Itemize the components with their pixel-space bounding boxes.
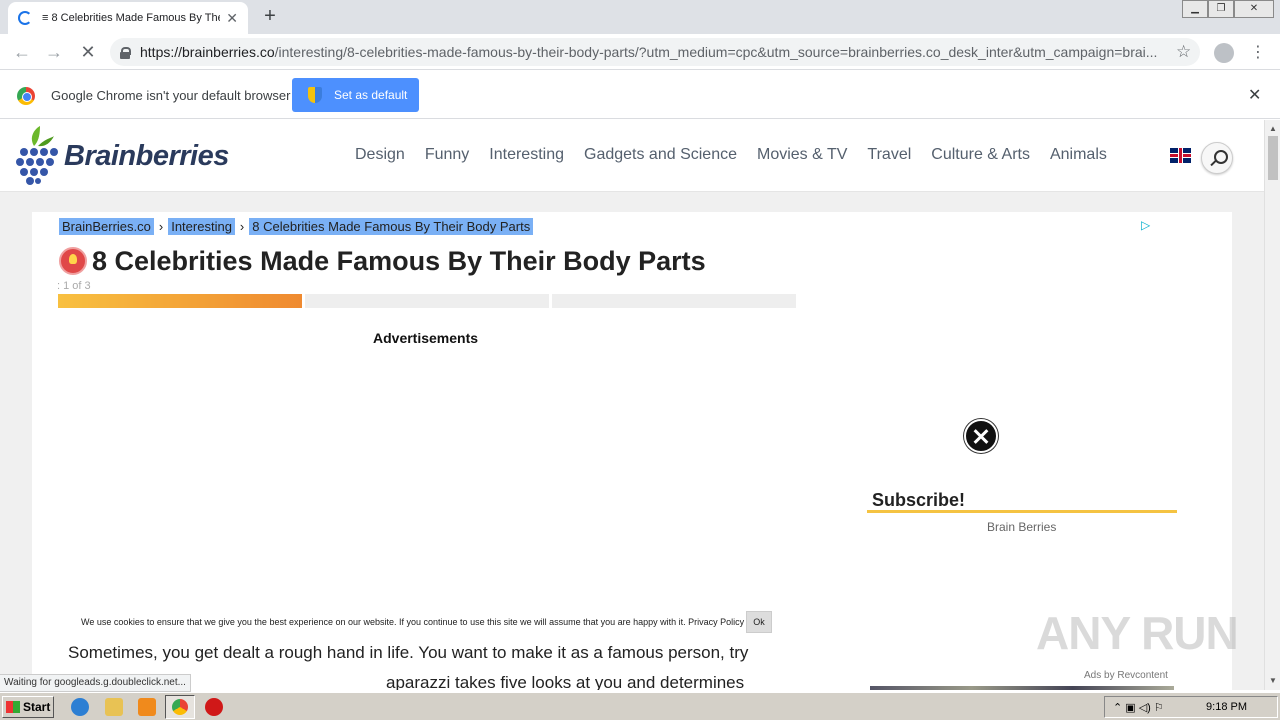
- default-browser-infobar: Google Chrome isn't your default browser…: [0, 71, 1280, 119]
- taskbar-chrome-button[interactable]: [165, 695, 195, 719]
- windows-taskbar: Start ⌃ ▣ ◁) ⚐ 9:18 PM: [0, 692, 1280, 720]
- nav-item-interesting[interactable]: Interesting: [489, 146, 564, 164]
- infobar-close-icon[interactable]: ✕: [1248, 85, 1261, 105]
- uk-flag-icon[interactable]: [1170, 148, 1191, 163]
- nav-item-culture-arts[interactable]: Culture & Arts: [931, 146, 1030, 164]
- set-as-default-button[interactable]: Set as default: [292, 78, 419, 112]
- breadcrumb-category[interactable]: Interesting: [168, 218, 235, 235]
- bookmark-star-icon[interactable]: ☆: [1176, 42, 1191, 62]
- nav-item-gadgets-and-science[interactable]: Gadgets and Science: [584, 146, 737, 164]
- browser-toolbar: ← → ✕ https://brainberries.co /interesti…: [0, 34, 1280, 70]
- profile-avatar[interactable]: [1214, 43, 1234, 63]
- anyrun-watermark: ANY RUN: [1036, 607, 1239, 659]
- breadcrumb-separator: ›: [158, 219, 164, 234]
- adchoices-icon[interactable]: ▷: [1141, 218, 1150, 232]
- chrome-icon: [172, 699, 188, 715]
- progress-segment: [58, 294, 302, 308]
- nav-item-movies-tv[interactable]: Movies & TV: [757, 146, 847, 164]
- brainberries-logo-icon[interactable]: [14, 124, 60, 186]
- nav-item-travel[interactable]: Travel: [867, 146, 911, 164]
- system-tray: ⌃ ▣ ◁) ⚐ 9:18 PM: [1104, 696, 1278, 718]
- url-host: https://brainberries.co: [140, 44, 275, 60]
- ads-by-label[interactable]: Ads by Revcontent: [1084, 670, 1168, 681]
- start-label: Start: [23, 700, 51, 714]
- stop-loading-button[interactable]: ✕: [76, 40, 100, 64]
- search-button[interactable]: [1201, 142, 1233, 174]
- subscribe-divider: [867, 510, 1177, 513]
- ad-thumbnail[interactable]: [870, 686, 1174, 690]
- url-path: /interesting/8-celebrities-made-famous-b…: [274, 44, 1158, 60]
- back-button[interactable]: ←: [10, 40, 34, 64]
- close-ad-icon[interactable]: [964, 419, 998, 453]
- breadcrumb-home[interactable]: BrainBerries.co: [59, 218, 154, 235]
- page-count: : 1 of 3: [57, 280, 91, 292]
- subscribe-brand[interactable]: Brain Berries: [987, 520, 1056, 534]
- advertisements-label: Advertisements: [373, 330, 479, 346]
- ie-icon[interactable]: [71, 698, 89, 716]
- cookie-text: We use cookies to ensure that we give yo…: [81, 617, 745, 627]
- new-tab-button[interactable]: +: [258, 4, 282, 28]
- site-logo-text[interactable]: Brainberries: [64, 140, 229, 173]
- cookie-notice: We use cookies to ensure that we give yo…: [81, 610, 772, 634]
- breadcrumb-separator: ›: [239, 219, 245, 234]
- start-button[interactable]: Start: [2, 696, 54, 718]
- cookie-ok-button[interactable]: Ok: [746, 611, 772, 633]
- progress-segment: [305, 294, 549, 308]
- tab-strip: ≡ 8 Celebrities Made Famous By The ✕ + ▁…: [0, 0, 1280, 34]
- nav-item-design[interactable]: Design: [355, 146, 405, 164]
- restore-button[interactable]: ❐: [1208, 0, 1234, 18]
- loading-spinner-icon: [18, 11, 32, 25]
- status-bubble: Waiting for googleads.g.doubleclick.net.…: [0, 674, 191, 692]
- breadcrumb: BrainBerries.co › Interesting › 8 Celebr…: [59, 218, 534, 235]
- chrome-menu-icon[interactable]: ⋮: [1250, 42, 1266, 62]
- breadcrumb-current[interactable]: 8 Celebrities Made Famous By Their Body …: [249, 218, 534, 235]
- scroll-down-icon[interactable]: ▼: [1269, 676, 1277, 685]
- folder-icon[interactable]: [105, 698, 123, 716]
- nav-item-animals[interactable]: Animals: [1050, 146, 1107, 164]
- main-nav: Design Funny Interesting Gadgets and Sci…: [355, 146, 1107, 164]
- tab-title: ≡ 8 Celebrities Made Famous By The: [42, 12, 221, 24]
- minimize-button[interactable]: ▁: [1182, 0, 1208, 18]
- window-close-button[interactable]: ✕: [1234, 0, 1274, 18]
- article-body-line: Sometimes, you get dealt a rough hand in…: [68, 643, 749, 662]
- scroll-up-icon[interactable]: ▲: [1269, 124, 1277, 133]
- page-scrollbar[interactable]: ▲ ▼: [1264, 120, 1280, 690]
- nav-item-funny[interactable]: Funny: [425, 146, 469, 164]
- windows-logo-icon: [6, 701, 20, 713]
- scrollbar-thumb[interactable]: [1268, 136, 1278, 180]
- lightbulb-icon: [59, 247, 87, 275]
- antivirus-icon[interactable]: [205, 698, 223, 716]
- browser-tab[interactable]: ≡ 8 Celebrities Made Famous By The ✕: [8, 2, 248, 34]
- chrome-logo-icon: [17, 87, 35, 105]
- page-viewport: Brainberries Design Funny Interesting Ga…: [0, 120, 1264, 690]
- subscribe-heading: Subscribe!: [872, 490, 966, 510]
- clock[interactable]: 9:18 PM: [1206, 701, 1247, 713]
- site-header: Brainberries Design Funny Interesting Ga…: [0, 120, 1264, 192]
- address-bar[interactable]: https://brainberries.co /interesting/8-c…: [110, 38, 1200, 66]
- tab-close-icon[interactable]: ✕: [226, 10, 238, 27]
- shield-icon: [308, 87, 322, 103]
- page-progress-bar: [58, 294, 796, 308]
- progress-segment: [552, 294, 796, 308]
- tray-icons[interactable]: ⌃ ▣ ◁) ⚐: [1105, 701, 1164, 714]
- infobar-message: Google Chrome isn't your default browser: [51, 88, 291, 103]
- lock-icon: [120, 46, 131, 59]
- media-player-icon[interactable]: [138, 698, 156, 716]
- article-title: 8 Celebrities Made Famous By Their Body …: [92, 246, 706, 276]
- forward-button[interactable]: →: [42, 40, 66, 64]
- set-as-default-label: Set as default: [334, 88, 408, 102]
